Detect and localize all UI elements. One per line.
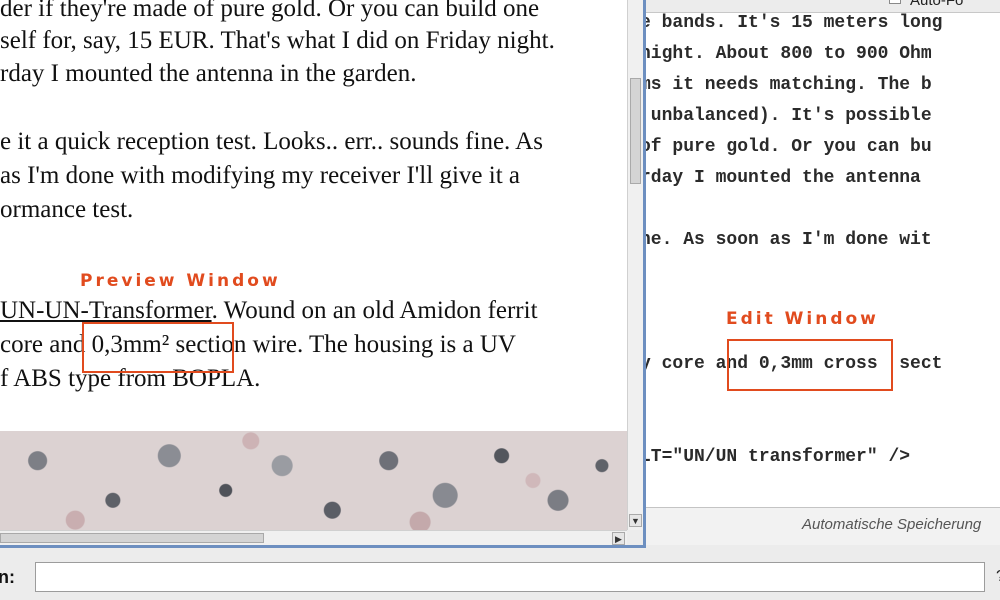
prose-line: UN-UN-Transformer. Wound on an old Amido… [0,296,538,326]
code-line: ne. As soon as I'm done wit [640,230,932,250]
prose-line: e it a quick reception test. Looks.. err… [0,128,543,155]
bottom-right-text: ? [996,568,1000,586]
preview-window-annotation: Preview Window [80,271,281,291]
prose-text: . Wound on an old Amidon ferrit [211,297,538,324]
code-line: unbalanced). It's possible [640,106,932,126]
vertical-scroll-thumb[interactable] [630,78,641,184]
prose-line: der if they're made of pure gold. Or you… [0,0,540,22]
prose-line: core and 0,3mm² section wire. The housin… [0,331,516,358]
code-line: e bands. It's 15 meters long [640,13,943,33]
autoformat-label: Auto-Fo [910,0,964,9]
bottom-field-label: n: [0,567,15,587]
code-line: ms it needs matching. The b [640,75,932,95]
bottom-bar: n: ? [0,548,1000,600]
autoformat-checkbox[interactable] [889,0,901,4]
edit-toolbar: Auto-Fo [640,0,1000,13]
vertical-scrollbar[interactable]: ▼ [627,0,643,530]
preview-highlight-box [82,322,234,373]
code-line: of pure gold. Or you can bu [640,137,932,157]
edit-highlight-box [727,339,893,391]
edit-status-bar: Automatische Speicherung [640,507,1000,545]
edit-window: Auto-Fo e bands. It's 15 meters long nig… [640,0,1000,545]
code-line: rday I mounted the antenna [640,168,932,188]
prose-line: rday I mounted the antenna in the garden… [0,60,417,87]
arrow-down-icon[interactable]: ▼ [629,514,642,527]
arrow-right-icon[interactable]: ▶ [612,532,625,545]
bottom-text-input[interactable] [35,562,985,592]
prose-line: ormance test. [0,196,134,223]
scroll-corner [627,530,643,545]
prose-line: self for, say, 15 EUR. That's what I did… [0,27,555,54]
edit-window-annotation: Edit Window [726,309,879,329]
prose-line: as I'm done with modifying my receiver I… [0,162,520,189]
granite-texture-image [0,431,627,530]
horizontal-scrollbar[interactable]: ▶ [0,530,627,545]
code-line: LT="UN/UN transformer" /> [640,447,911,467]
horizontal-scroll-thumb[interactable] [0,533,264,543]
autosave-status-text: Automatische Speicherung [802,516,982,533]
transformer-link[interactable]: UN-UN-Transformer [0,297,212,324]
code-line: night. About 800 to 900 Ohm [640,44,932,64]
